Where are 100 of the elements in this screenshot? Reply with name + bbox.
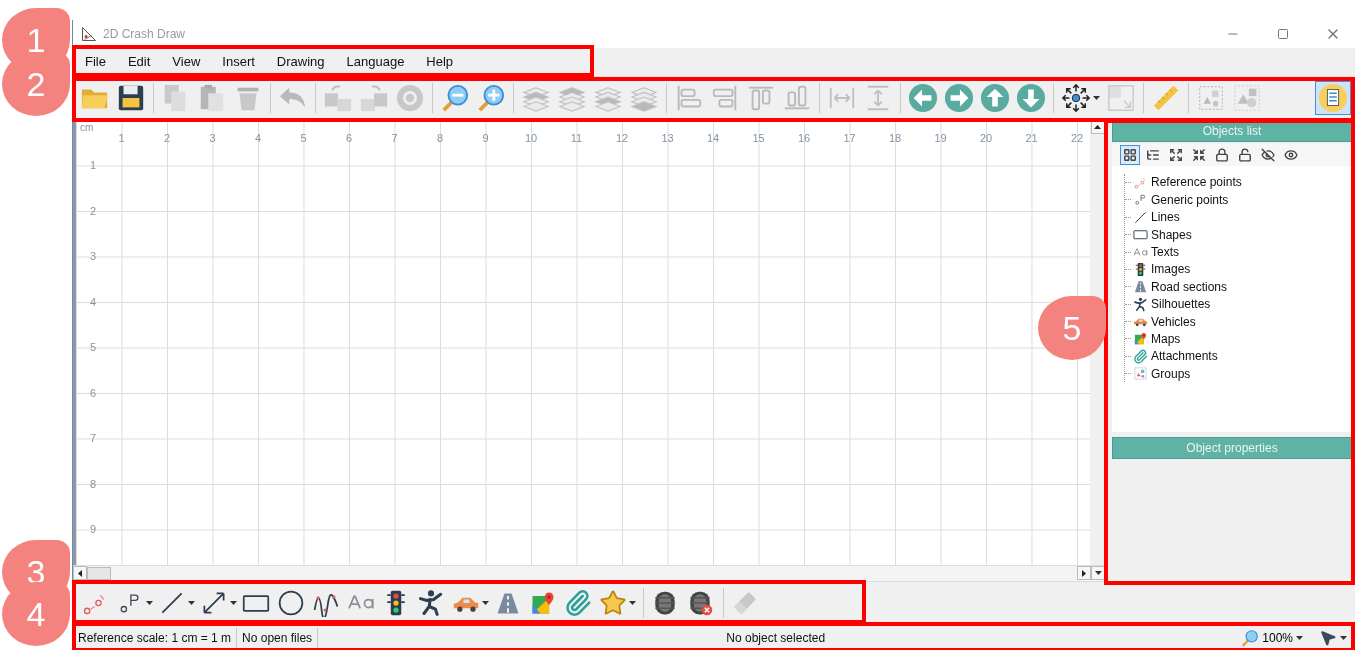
ruler-label: 9 xyxy=(90,523,97,535)
arrow-up-icon xyxy=(980,83,1010,114)
ruler-label: 2 xyxy=(90,205,97,217)
tree-icon xyxy=(1146,147,1160,162)
scroll-right-button[interactable] xyxy=(1077,566,1091,581)
ruler-label: 11 xyxy=(570,131,583,144)
menu-item[interactable]: Edit xyxy=(119,51,159,73)
menu-item[interactable]: Help xyxy=(418,51,462,73)
tree-item[interactable]: Generic points xyxy=(1131,192,1231,208)
caret-left-icon xyxy=(78,569,82,577)
arrow-down-icon xyxy=(1016,83,1046,114)
app-logo-icon xyxy=(81,26,97,42)
caret-right-icon xyxy=(1082,569,1086,577)
cursor-icon xyxy=(1319,628,1337,647)
caret-icon xyxy=(1296,635,1303,640)
ruler-label: 17 xyxy=(843,131,856,144)
caret-icon xyxy=(1340,635,1347,640)
ruler-label: 9 xyxy=(482,131,489,144)
status-text: Reference scale: 1 cm = 1 m xyxy=(73,627,238,648)
callout-marker: 4 xyxy=(2,582,70,646)
grid-icon xyxy=(1123,147,1137,162)
ruler-label: 16 xyxy=(797,131,811,144)
ruler-label: 4 xyxy=(90,296,97,308)
tree-item[interactable]: Shapes xyxy=(1131,227,1194,243)
collapse-icon xyxy=(1192,147,1206,162)
menu-item[interactable]: File xyxy=(77,51,114,73)
resize-icon xyxy=(1106,83,1136,114)
unlock-icon xyxy=(1238,147,1252,162)
tree-item[interactable]: Groups xyxy=(1131,366,1193,382)
circle-icon xyxy=(277,589,305,618)
list-icon xyxy=(1318,83,1348,114)
ruler-label: 2 xyxy=(163,131,171,144)
ungroup-icon xyxy=(1232,83,1262,114)
ruler-label: 20 xyxy=(979,131,993,144)
menu-item[interactable]: Language xyxy=(338,51,413,73)
ruler-label: 8 xyxy=(90,478,97,490)
zoom-out-icon xyxy=(440,83,470,114)
panel-header: Object properties xyxy=(1112,436,1352,459)
move-handles-icon xyxy=(1061,83,1091,114)
eye-off-icon xyxy=(1261,147,1275,162)
zoom-in-icon xyxy=(476,83,506,114)
tree-item[interactable]: Silhouettes xyxy=(1131,296,1213,312)
tree-item[interactable]: Maps xyxy=(1131,331,1183,347)
scroll-thumb[interactable] xyxy=(87,566,111,580)
expand-icon xyxy=(1169,147,1183,162)
ruler-label: 10 xyxy=(524,131,538,144)
running-figure-icon xyxy=(1133,296,1148,312)
tree-item[interactable]: Vehicles xyxy=(1131,314,1198,330)
zoom-button[interactable]: 100% xyxy=(1233,626,1311,649)
ruler-unit: cm xyxy=(80,121,94,133)
ruler-label: 1 xyxy=(118,131,125,144)
menu-item[interactable]: Drawing xyxy=(268,51,333,73)
ruler-label: 21 xyxy=(1025,131,1038,144)
menu-item[interactable]: Insert xyxy=(214,51,263,73)
ruler-label: 3 xyxy=(209,131,216,144)
arrow-left-icon xyxy=(908,83,938,114)
lock-icon xyxy=(1215,147,1229,162)
squares-arrow-icon xyxy=(359,83,389,114)
tree-item[interactable]: Reference points xyxy=(1131,174,1244,190)
caret-icon xyxy=(1094,571,1102,576)
grid-view-button[interactable] xyxy=(1120,144,1140,165)
status-text: No object selected xyxy=(725,630,827,645)
ruler-label: 8 xyxy=(436,131,444,144)
ruler-label: 7 xyxy=(391,131,398,144)
ruler-label: 13 xyxy=(661,131,674,144)
tree-item[interactable]: Attachments xyxy=(1131,348,1220,364)
tree-item[interactable]: Lines xyxy=(1131,209,1182,225)
squares-arrow-icon xyxy=(323,83,353,114)
tree-item[interactable]: Texts xyxy=(1131,244,1181,260)
scroll-left-button[interactable] xyxy=(73,566,87,581)
caret-up-icon xyxy=(1094,124,1101,129)
ruler-label: 14 xyxy=(706,131,720,144)
ruler-label: 7 xyxy=(90,432,97,444)
ruler-label: 5 xyxy=(300,131,307,144)
ruler-label: 6 xyxy=(345,131,353,144)
traffic-light-icon xyxy=(1133,261,1148,277)
ruler-label: 15 xyxy=(752,131,765,144)
tree-item[interactable]: Images xyxy=(1131,261,1193,277)
paperclip-icon xyxy=(1133,348,1148,364)
rotate-icon xyxy=(395,83,425,114)
map-pin-icon xyxy=(1133,331,1148,347)
line-icon xyxy=(1133,209,1148,225)
ruler-label: 1 xyxy=(90,159,97,171)
paperclip-icon xyxy=(564,589,592,618)
ruler-label: 19 xyxy=(934,131,947,144)
window-title: 2D Crash Draw xyxy=(103,27,187,41)
magnifier-icon xyxy=(1241,628,1260,647)
callout-marker: 2 xyxy=(2,52,70,116)
ruler-label: 6 xyxy=(90,387,97,399)
ruler-label: 3 xyxy=(90,250,97,262)
tree-item[interactable]: Road sections xyxy=(1131,279,1230,295)
ruler-label: 5 xyxy=(90,341,97,353)
ruler-label: 12 xyxy=(615,131,629,144)
group-icon xyxy=(1133,366,1148,382)
eye-icon xyxy=(1284,147,1298,162)
scroll-menu-button[interactable] xyxy=(1091,566,1105,581)
menu-item[interactable]: View xyxy=(164,51,209,73)
objects-panel-button[interactable] xyxy=(1315,81,1351,116)
road-icon xyxy=(1133,279,1148,295)
ruler-label: 22 xyxy=(1070,131,1084,144)
